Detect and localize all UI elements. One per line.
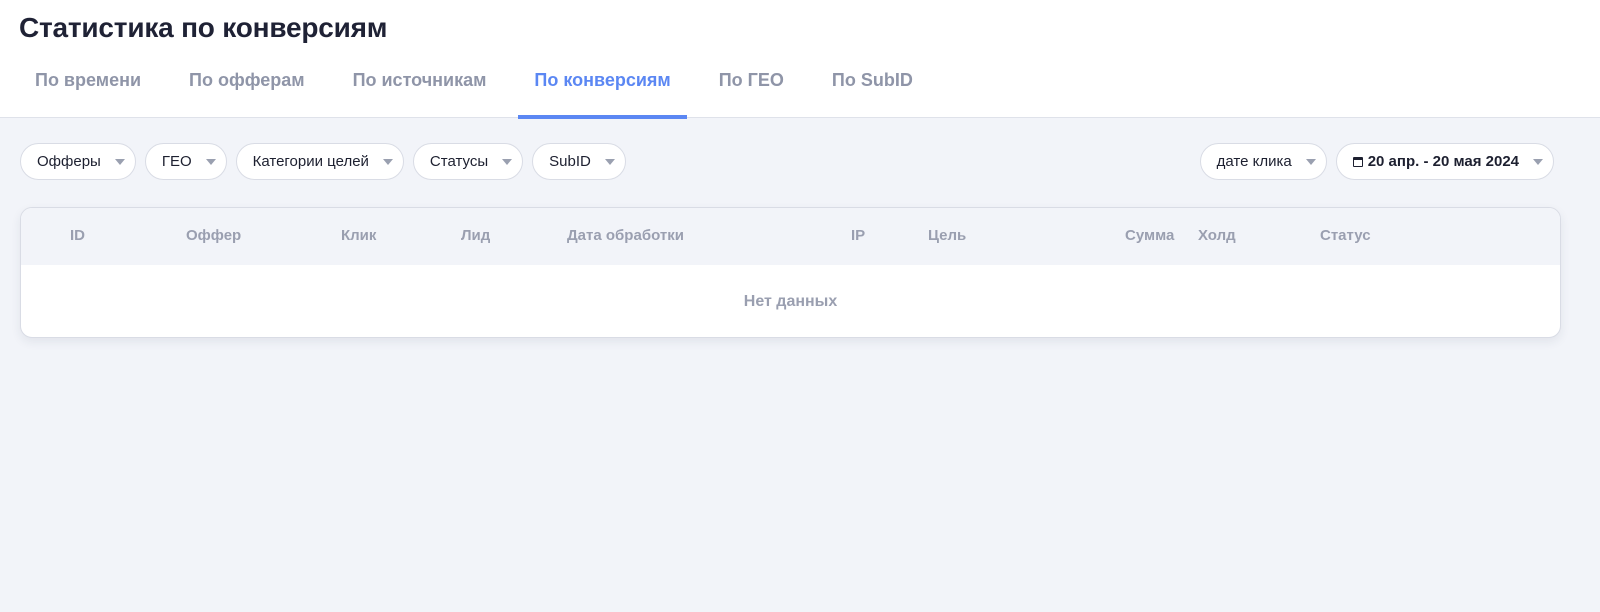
column-header-lead[interactable]: Лид (461, 227, 490, 244)
tab-label: По офферам (189, 70, 305, 90)
geo-filter-label: ГЕО (161, 153, 192, 170)
subid-filter-label: SubID (549, 153, 591, 170)
chevron-down-icon (382, 158, 393, 165)
subid-filter[interactable]: SubID (532, 143, 626, 180)
geo-filter[interactable]: ГЕО (144, 143, 227, 180)
date-mode-label: дате клика (1216, 153, 1292, 170)
tab-by-conversions[interactable]: По конверсиям (518, 58, 688, 119)
column-header-goal[interactable]: Цель (928, 227, 966, 244)
column-header-ip[interactable]: IP (851, 227, 865, 244)
page-title: Статистика по конверсиям (19, 12, 388, 43)
column-header-status[interactable]: Статус (1320, 227, 1371, 244)
chevron-down-icon (502, 158, 513, 165)
chevron-down-icon (604, 158, 615, 165)
offers-filter-label: Офферы (37, 153, 101, 170)
chevron-down-icon (114, 158, 125, 165)
table-header: ID Оффер Клик Лид Дата обработки IP Цель… (21, 208, 1560, 265)
goal-categories-filter[interactable]: Категории целей (235, 143, 404, 180)
tab-label: По источникам (352, 70, 487, 90)
filter-bar: Офферы ГЕО Категории целей Статусы SubID (20, 143, 626, 180)
chevron-down-icon (1533, 158, 1543, 165)
chevron-down-icon (1305, 158, 1316, 165)
goal-categories-filter-label: Категории целей (252, 153, 369, 170)
column-header-offer[interactable]: Оффер (186, 227, 241, 244)
column-header-amount[interactable]: Сумма (1125, 227, 1174, 244)
tab-label: По конверсиям (534, 70, 671, 90)
date-range-picker[interactable]: 20 апр. - 20 мая 2024 (1335, 143, 1554, 180)
tabs: По времени По офферам По источникам По к… (19, 58, 945, 119)
tab-by-time[interactable]: По времени (19, 58, 157, 118)
date-range-label: 20 апр. - 20 мая 2024 (1367, 153, 1519, 170)
statuses-filter[interactable]: Статусы (412, 143, 524, 180)
tab-label: По SubID (831, 70, 913, 90)
tab-label: По ГЕО (718, 70, 784, 90)
empty-state-text: Нет данных (743, 293, 838, 310)
tab-by-geo[interactable]: По ГЕО (703, 58, 800, 118)
statuses-filter-label: Статусы (429, 153, 489, 170)
tab-by-subid[interactable]: По SubID (816, 58, 929, 118)
tab-label: По времени (35, 70, 142, 90)
column-header-hold[interactable]: Холд (1198, 227, 1236, 244)
column-header-click[interactable]: Клик (341, 227, 376, 244)
column-header-processing-date[interactable]: Дата обработки (567, 227, 684, 244)
column-header-id[interactable]: ID (70, 227, 85, 244)
calendar-icon (1352, 156, 1363, 167)
conversions-table: ID Оффер Клик Лид Дата обработки IP Цель… (20, 207, 1561, 338)
header: Статистика по конверсиям По времени По о… (0, 0, 1600, 119)
date-mode-select[interactable]: дате клика (1199, 143, 1327, 180)
offers-filter[interactable]: Офферы (20, 143, 136, 180)
date-filter-bar: дате клика 20 апр. - 20 мая 2024 (1199, 143, 1554, 180)
tab-by-offers[interactable]: По офферам (173, 58, 321, 118)
chevron-down-icon (205, 158, 216, 165)
tab-by-sources[interactable]: По источникам (337, 58, 503, 118)
